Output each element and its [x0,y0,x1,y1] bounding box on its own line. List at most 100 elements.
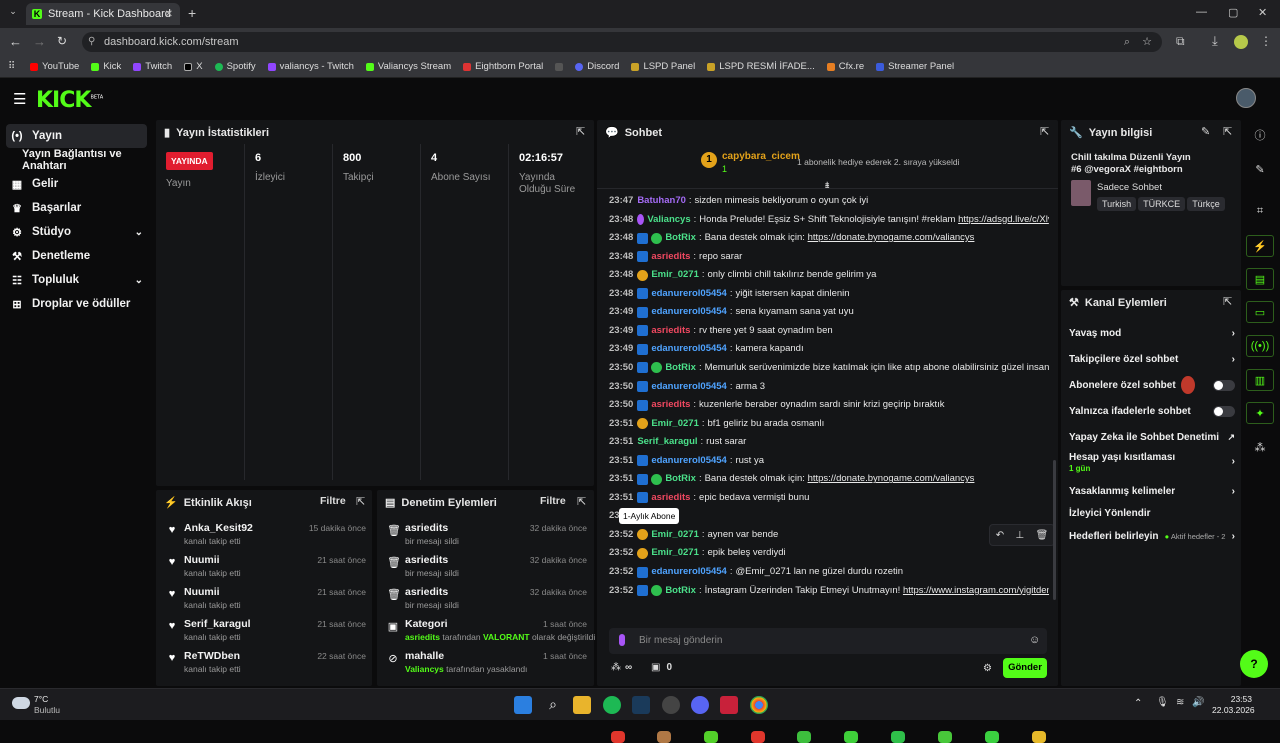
action-account-age[interactable]: Hesap yaşı kısıtlaması 1 gün › [1069,452,1235,478]
chat-message[interactable]: 23:49 asriedits: rv there yet 9 saat oynad… [609,322,1049,340]
verified-badge-icon[interactable] [637,232,649,244]
github-icon[interactable] [662,696,680,714]
chat-message[interactable]: 23:48 edanurerol05454: yiğit istersen kapa… [609,285,1049,303]
emote-8-icon[interactable] [938,731,952,743]
nav-item-denetleme[interactable]: ⚒ Denetleme [0,244,155,268]
wrench-icon[interactable]: ✦ [1246,402,1274,424]
bolt-icon[interactable]: ⚡ [1246,235,1274,257]
popout-icon[interactable]: ⇱ [1223,125,1232,138]
message-username[interactable]: Serif_karagul [637,433,697,451]
chat-message[interactable]: 23:50 BotRix: Memurluk serüvenimizde bize … [609,359,1049,377]
emote-10-icon[interactable] [1032,731,1046,743]
bookmark-lspd-resmi[interactable]: LSPD RESMİ İFADE... [707,61,815,72]
message-username[interactable]: BotRix [665,470,696,488]
popout-icon[interactable]: ⇱ [1223,295,1232,308]
message-username[interactable]: edanurerol05454 [651,452,727,470]
message-username[interactable]: BotRix [665,359,696,377]
emote-6-icon[interactable] [844,731,858,743]
chat-message[interactable]: 23:51 asriedits: epic bedava vermişti bunu [609,489,1049,507]
subscriber-badge-icon[interactable] [637,418,649,430]
chat-message[interactable]: 23:49 edanurerol05454: sena kıyamam sana y… [609,303,1049,321]
clipboard-icon[interactable]: ▤ [1246,268,1274,290]
send-button[interactable]: Gönder [1003,658,1047,678]
broadcast-icon[interactable]: ((•)) [1246,335,1274,357]
subscriber-badge-icon[interactable] [637,547,649,559]
message-username[interactable]: asriedits [651,248,690,266]
settings-icon[interactable]: ⚙ [983,663,992,674]
verified-badge-icon[interactable] [637,381,649,392]
apps-icon[interactable]: ⁂ [1246,436,1274,458]
filter-button[interactable]: Filtre [320,495,346,507]
emote-7-icon[interactable] [891,731,905,743]
bot-badge-icon[interactable] [651,232,663,244]
chat-message[interactable]: 23:51 Serif_karagul: rust sarar [609,433,1049,451]
points-display[interactable]: ⁂ ∞ [611,662,632,673]
app-a-icon[interactable] [720,696,738,714]
verified-badge-icon[interactable] [637,455,649,467]
maximize-icon[interactable]: ▢ [1228,6,1238,19]
bookmark-valiancys-stream[interactable]: Valiancys Stream [365,61,451,72]
subscriber-badge-icon[interactable] [637,269,649,281]
message-link[interactable]: https://adsgd.live/c/Xlyt0BLQ [958,214,1049,225]
hamburger-menu-icon[interactable]: ☰ [13,90,26,108]
download-icon[interactable]: ⤓ [1212,33,1218,49]
nav-item-studyo[interactable]: ⚙ Stüdyo ⌄ [0,220,155,244]
chrome-icon[interactable] [750,696,768,714]
new-tab-icon[interactable]: + [188,5,196,21]
pencil-icon[interactable]: ✎ [1246,158,1274,180]
spotify-icon[interactable] [603,696,621,714]
bot-badge-icon[interactable] [651,473,663,485]
message-link[interactable]: https://www.instagram.com/yigitdemirkira… [903,585,1049,596]
action-followers-only[interactable]: Takipçilere özel sohbet › [1069,349,1235,369]
gifter-name[interactable]: capybara_cicem [722,151,800,162]
extensions-icon[interactable]: ⧉ [1176,34,1185,49]
bookmark-spotify[interactable]: Spotify [214,61,256,72]
verified-badge-icon[interactable] [637,306,649,318]
message-username[interactable]: Emir_0271 [651,526,699,544]
delete-icon[interactable]: 🗑 [1036,530,1049,541]
close-window-icon[interactable]: ✕ [1258,6,1267,19]
chat-message[interactable]: 23:49 edanurerol05454: kamera kapandı [609,340,1049,358]
message-username[interactable]: Emir_0271 [651,266,699,284]
emote-9-icon[interactable] [985,731,999,743]
chat-message[interactable]: 23:47 Batuhan70: sizden mimesis bekliyorum… [609,192,1049,210]
bookmark-twitch[interactable]: Twitch [133,61,172,72]
steam-icon[interactable] [632,696,650,714]
edit-icon[interactable]: ✎ [1201,125,1210,138]
help-button[interactable]: ? [1240,650,1268,678]
message-username[interactable]: edanurerol05454 [651,340,727,358]
message-username[interactable]: asriedits [651,322,690,340]
discord-icon[interactable] [691,696,709,714]
verified-badge-icon[interactable] [637,343,649,355]
info-card-icon[interactable]: ▥ [1246,369,1274,391]
forward-icon[interactable]: → [33,34,46,49]
mic-icon[interactable]: 🎙 [1156,697,1169,708]
nav-item-stream-key[interactable]: Yayın Bağlantısı ve Anahtarı [0,148,155,172]
chat-message[interactable]: 23:51 BotRix: Bana destek olmak için: http… [609,470,1049,488]
emote-5-icon[interactable] [797,731,811,743]
chat-scrollbar[interactable] [1053,460,1056,600]
message-username[interactable]: asriedits [651,396,690,414]
emotes-only-toggle[interactable] [1213,405,1235,417]
message-username[interactable]: edanurerol05454 [651,378,727,396]
crop-icon[interactable]: ⌗ [1246,200,1274,222]
bookmark-lspd-panel[interactable]: LSPD Panel [631,61,695,72]
chat-message[interactable]: 23:48 BotRix: Bana destek olmak için: http… [609,229,1049,247]
minimize-icon[interactable]: — [1196,6,1207,18]
action-slow-mode[interactable]: Yavaş mod › [1069,323,1235,343]
message-username[interactable]: Emir_0271 [651,415,699,433]
tray-chevron-icon[interactable]: ⌃ [1134,698,1142,709]
bot-badge-icon[interactable] [651,362,663,374]
reload-icon[interactable]: ↻ [57,34,67,48]
info-icon[interactable]: ⓘ [1246,124,1274,146]
weather-temp[interactable]: 7°C [34,694,48,704]
nav-item-basarilar[interactable]: ♛ Başarılar [0,196,155,220]
verified-badge-icon[interactable] [637,492,649,504]
verified-badge-icon[interactable] [637,399,649,411]
subscriber-badge-icon[interactable] [637,529,649,541]
windows-start-icon[interactable] [514,696,532,714]
nav-item-yayin[interactable]: (•) Yayın [6,124,147,148]
message-username[interactable]: Batuhan70 [637,192,686,210]
kick-logo[interactable]: KICKBETA [36,88,103,113]
apps-grid-icon[interactable]: ⠿ [8,61,15,72]
